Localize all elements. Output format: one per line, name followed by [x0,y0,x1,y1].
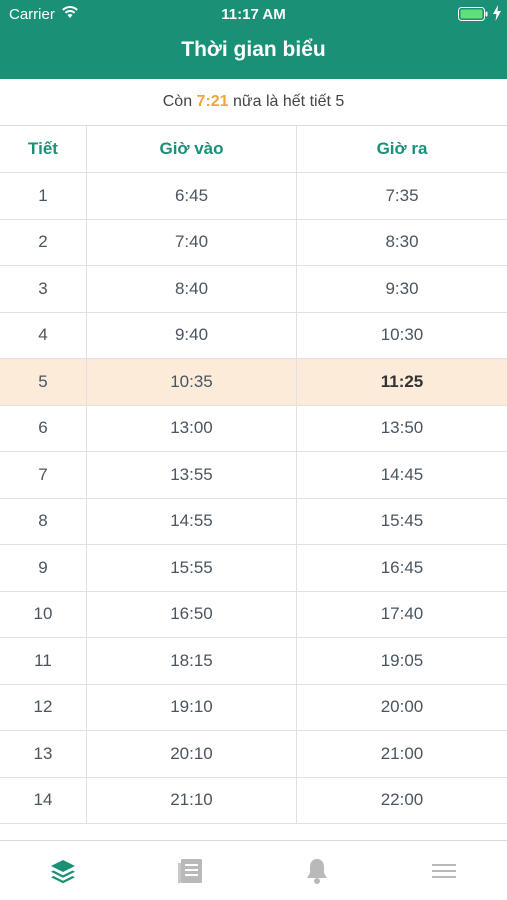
start-time-cell: 18:15 [87,638,297,684]
period-cell: 5 [0,359,87,405]
end-time-cell: 21:00 [380,743,424,763]
end-time-cell: 16:45 [380,557,424,577]
period-cell: 10 [0,591,87,637]
tab-bar [0,840,507,900]
period-cell: 14 [0,777,87,823]
period-cell: 6 [0,405,87,451]
table-row[interactable]: 9 15:55 16:45 [0,545,507,592]
page-title: Thời gian biểu [181,38,326,61]
period-cell: 1 [0,173,87,219]
battery-icon [458,7,488,21]
table-row[interactable]: 5 10:35 11:25 [0,359,507,406]
end-time-cell: 14:45 [380,464,424,484]
column-header-period: Tiết [0,126,87,172]
tab-schedule[interactable] [0,841,127,900]
table-row[interactable]: 12 19:10 20:00 [0,684,507,731]
countdown-suffix: nữa là hết tiết 5 [233,93,345,110]
end-time-cell: 8:30 [385,232,419,252]
start-time-cell: 8:40 [87,266,297,312]
table-row[interactable]: 11 18:15 19:05 [0,638,507,685]
period-cell: 11 [0,638,87,684]
end-time-cell: 9:30 [385,278,419,298]
countdown-prefix: Còn [162,93,193,110]
period-cell: 12 [0,684,87,730]
tab-menu[interactable] [380,841,507,900]
start-time-cell: 15:55 [87,545,297,591]
start-time-cell: 16:50 [87,591,297,637]
start-time-cell: 9:40 [87,312,297,358]
table-row[interactable]: 13 20:10 21:00 [0,731,507,778]
start-time-cell: 19:10 [87,684,297,730]
status-bar: Carrier 11:17 AM [0,0,507,28]
period-cell: 3 [0,266,87,312]
start-time-cell: 14:55 [87,498,297,544]
countdown-remaining: 7:21 [196,93,229,110]
schedule-table[interactable]: Tiết Giờ vào Giờ ra 1 6:45 7:35 2 7:40 8:30 3 8… [0,126,507,840]
table-row[interactable]: 3 8:40 9:30 [0,266,507,313]
period-cell: 8 [0,498,87,544]
column-header-end: Giờ ra [376,139,428,158]
table-row[interactable]: 8 14:55 15:45 [0,498,507,545]
end-time-cell: 20:00 [380,697,424,717]
start-time-cell: 10:35 [87,359,297,405]
end-time-cell: 10:30 [380,325,424,345]
tab-notifications[interactable] [254,841,381,900]
end-time-cell: 13:50 [380,418,424,438]
end-time-cell: 17:40 [380,604,424,624]
period-cell: 4 [0,312,87,358]
start-time-cell: 6:45 [87,173,297,219]
period-cell: 2 [0,219,87,265]
end-time-cell: 22:00 [380,790,424,810]
tab-notes[interactable] [127,841,254,900]
period-cell: 13 [0,731,87,777]
charging-bolt-icon [493,5,501,21]
table-row[interactable]: 7 13:55 14:45 [0,452,507,499]
countdown-banner: Còn 7:21 nữa là hết tiết 5 [0,79,507,126]
end-time-cell: 7:35 [385,185,419,205]
app-header: Carrier 11:17 AM Thời gian biểu [0,0,507,79]
status-time: 11:17 AM [221,6,286,23]
table-header: Tiết Giờ vào Giờ ra [0,126,507,173]
start-time-cell: 13:55 [87,452,297,498]
period-cell: 9 [0,545,87,591]
table-row[interactable]: 14 21:10 22:00 [0,777,507,824]
table-row[interactable]: 1 6:45 7:35 [0,173,507,220]
notes-icon [178,859,203,883]
menu-icon [431,864,456,878]
table-row[interactable]: 2 7:40 8:30 [0,219,507,266]
column-header-start: Giờ vào [87,126,297,172]
table-row[interactable]: 10 16:50 17:40 [0,591,507,638]
start-time-cell: 21:10 [87,777,297,823]
start-time-cell: 7:40 [87,219,297,265]
end-time-cell: 19:05 [380,650,424,670]
start-time-cell: 20:10 [87,731,297,777]
end-time-cell: 11:25 [380,371,424,391]
start-time-cell: 13:00 [87,405,297,451]
table-row[interactable]: 4 9:40 10:30 [0,312,507,359]
end-time-cell: 15:45 [380,511,424,531]
period-cell: 7 [0,452,87,498]
layers-icon [51,860,76,884]
bell-icon [306,859,327,884]
table-row[interactable]: 6 13:00 13:50 [0,405,507,452]
